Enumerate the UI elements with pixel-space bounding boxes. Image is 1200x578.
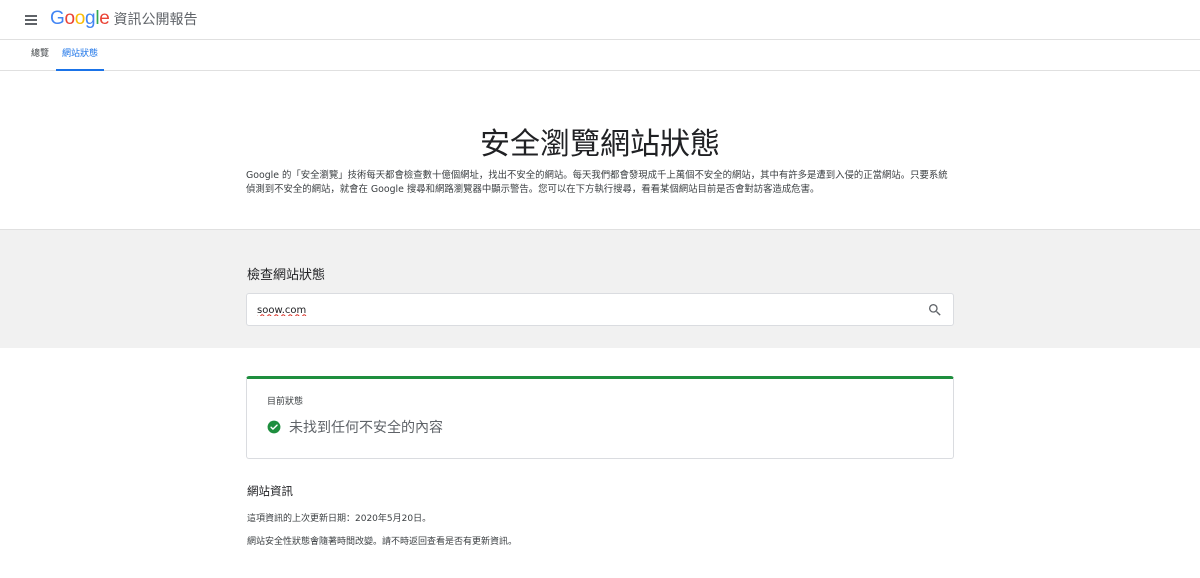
status-text: 未找到任何不安全的內容 (289, 420, 443, 436)
app-bar: Google 資訊公開報告 (0, 0, 1200, 40)
site-info-title: 網站資訊 (247, 484, 293, 498)
menu-icon[interactable] (22, 11, 42, 29)
tab-bar: 總覽 網站狀態 (0, 40, 1200, 71)
hero-section: 安全瀏覽網站狀態 Google 的「安全瀏覽」技術每天都會檢查數十億個網址，找出… (0, 71, 1200, 230)
site-info-note: 網站安全性狀態會隨著時間改變。請不時返回查看是否有更新資訊。 (247, 537, 518, 547)
page-description: Google 的「安全瀏覽」技術每天都會檢查數十億個網址，找出不安全的網站。每天… (246, 170, 948, 195)
site-info-updated: 這項資訊的上次更新日期：2020年5月20日。 (247, 514, 432, 524)
brand[interactable]: Google 資訊公開報告 (50, 8, 198, 30)
search-label: 檢查網站狀態 (247, 268, 326, 283)
tab-overview[interactable]: 總覽 (24, 40, 56, 71)
search-box (246, 293, 954, 326)
search-section: 檢查網站狀態 (0, 230, 1200, 348)
status-row: 未找到任何不安全的內容 (267, 417, 443, 437)
search-icon[interactable] (927, 302, 943, 318)
page-title: 安全瀏覽網站狀態 (480, 127, 720, 162)
tab-site-status[interactable]: 網站狀態 (56, 40, 104, 71)
google-logo: Google (50, 8, 110, 29)
check-circle-icon (267, 420, 281, 434)
product-name: 資訊公開報告 (113, 12, 198, 28)
status-card: 目前狀態 未找到任何不安全的內容 (246, 376, 954, 459)
search-input[interactable] (257, 300, 907, 320)
status-label: 目前狀態 (267, 397, 304, 407)
